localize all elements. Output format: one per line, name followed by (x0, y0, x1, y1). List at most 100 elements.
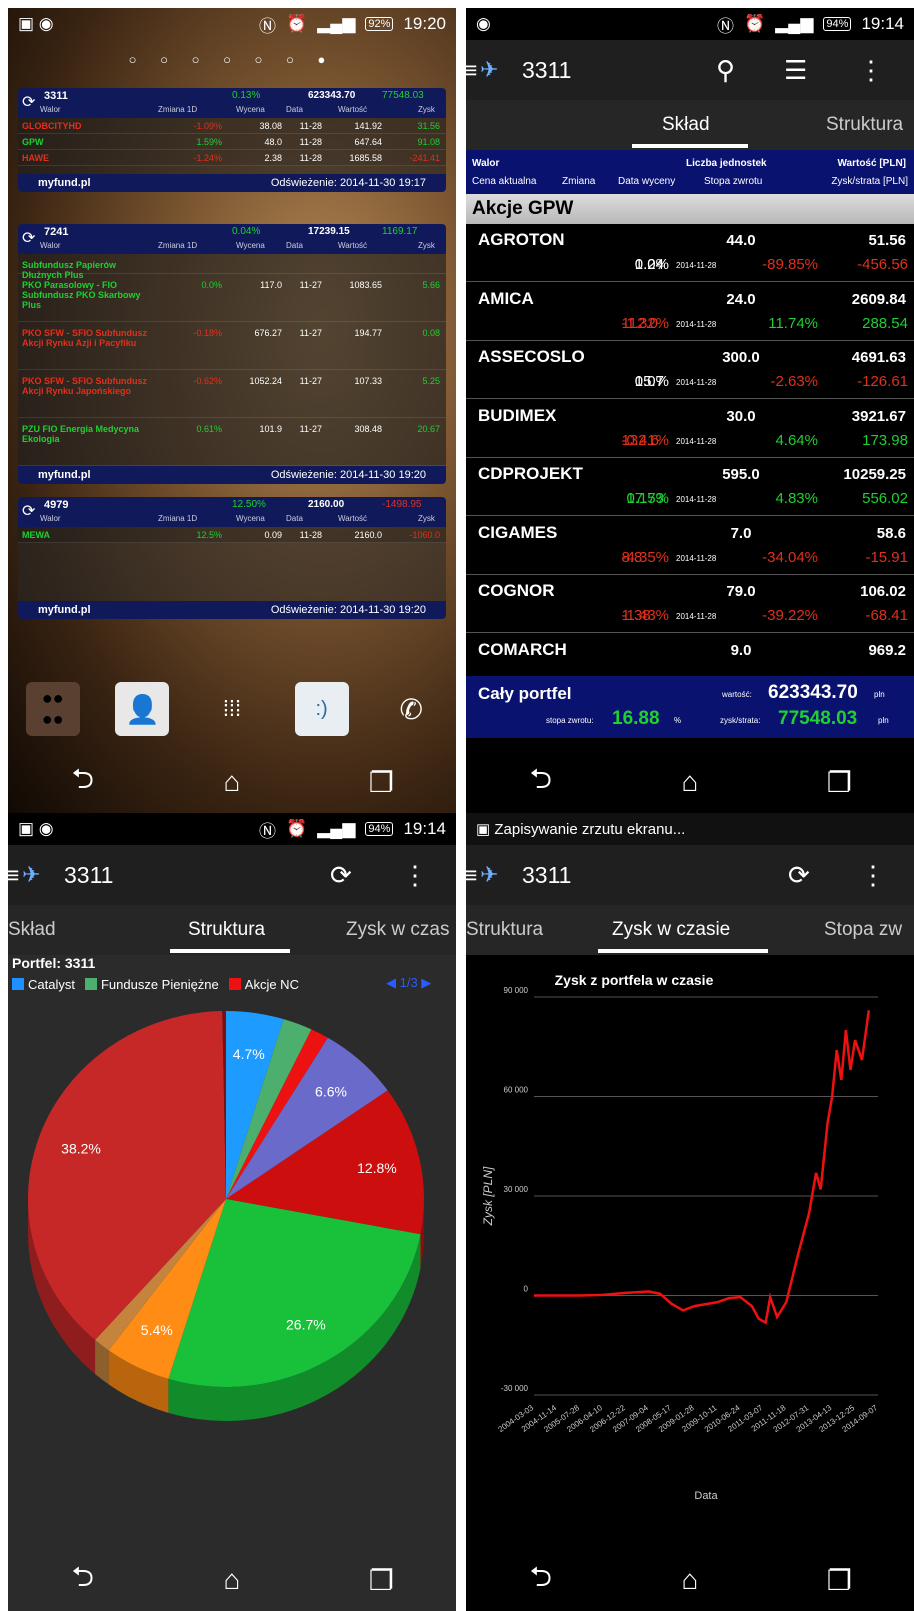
home-icon[interactable]: ⌂ (202, 766, 262, 798)
recents-icon[interactable]: ❐ (809, 766, 869, 799)
home-icon[interactable]: ⌂ (660, 766, 720, 798)
tab-struktura[interactable]: Struktura (466, 919, 543, 941)
stock-row[interactable]: ASSECOSLO 300.0 4691.63 15.7 0.0% 2014-11-28… (466, 341, 914, 399)
widget-col-header: Walor (40, 105, 61, 114)
row-worth: 141.92 (354, 120, 382, 131)
app-drawer-icon[interactable]: ⁞⁞⁞ (205, 682, 259, 736)
table-header: Walor Liczba jednostek Wartość [PLN] Cen… (466, 150, 914, 194)
back-icon[interactable]: ⮌ (511, 1556, 571, 1604)
nav-bar: ⮌ ⌂ ❐ (8, 1549, 456, 1611)
stock-worth: 10259.25 (843, 466, 906, 483)
widget-col-header: Zmiana 1D (158, 241, 198, 250)
widget-value: 2160.00 (308, 499, 345, 510)
dock: ●● ●● 👤 ⁞⁞⁞ :) ✆ (8, 674, 456, 744)
app-logo-icon: ✈ (480, 862, 499, 887)
overflow-menu-icon[interactable]: ⋮ (858, 55, 884, 86)
refresh-icon[interactable]: ⟳ (788, 860, 810, 891)
app-bar: ≡ ✈ 3311 ⚲ ☰ ⋮ (466, 40, 914, 100)
stock-price-value: 8.8 (621, 548, 643, 566)
menu-icon[interactable]: ≡ (466, 862, 480, 889)
stock-pl: 173.98 (862, 431, 908, 449)
row-worth: 1685.58 (349, 152, 382, 163)
pl-unit: pln (878, 716, 889, 725)
stock-row[interactable]: AGROTON 44.0 51.56 1.24 0.0% 2014-11-28 -89.8… (466, 224, 914, 282)
stock-row[interactable]: AMICA 24.0 2609.84 112.0 -1.32% 2014-11-28 11… (466, 283, 914, 341)
tab-sklad[interactable]: Skład (8, 919, 56, 941)
sort-icon[interactable]: ☰ (784, 55, 807, 86)
row-date: 11-28 (299, 120, 322, 131)
row-gain: -1060.0 (409, 529, 440, 540)
menu-icon[interactable]: ≡ (466, 57, 480, 84)
screenshot-icon: ◉ (476, 14, 491, 33)
row-gain: 31.56 (417, 120, 440, 131)
row-date: 11-27 (299, 280, 322, 290)
tab-struktura[interactable]: Struktura (188, 919, 265, 941)
back-icon[interactable]: ⮌ (53, 1556, 113, 1604)
alarm-icon: ⏰ (744, 14, 766, 33)
overflow-menu-icon[interactable]: ⋮ (402, 860, 428, 891)
tab-indicator (598, 949, 768, 953)
stock-date: 2014-11-28 (676, 261, 717, 270)
chart-area: Portfel: 3311 Catalyst Fundusze Pieniężne… (12, 955, 456, 1455)
stock-row[interactable]: COGNOR 79.0 106.02 1.38 -1.43% 2014-11-28 -39… (466, 575, 914, 633)
tab-indicator (632, 144, 748, 148)
search-icon[interactable]: ⚲ (716, 55, 735, 86)
contacts-icon[interactable]: 👤 (115, 682, 170, 736)
y-tick-label: 90 000 (504, 986, 529, 995)
status-bar: ◉ Ⓝ ⏰ ▂▄▆ 94% 19:14 (466, 8, 914, 40)
row-name: PKO SFW - SFIO Subfundusz Akcji Rynku Ja… (22, 376, 147, 396)
back-icon[interactable]: ⮌ (511, 758, 571, 806)
stock-worth: 2609.84 (851, 290, 906, 308)
stock-rate: -2.63% (770, 373, 818, 390)
portfolio-title: 3311 (64, 861, 114, 888)
tab-sklad[interactable]: Skład (662, 114, 710, 136)
phone-icon[interactable]: ✆ (384, 682, 438, 736)
stock-row[interactable]: CIGAMES 7.0 58.6 8.8 -4.35% 2014-11-28 -34.04… (466, 517, 914, 575)
row-change: -0.18% (193, 328, 222, 338)
tab-strip: Struktura Zysk w czasie Stopa zw (466, 905, 914, 955)
signal-icon: ▂▄▆ (317, 14, 356, 33)
stock-units: 79.0 (726, 583, 756, 600)
recents-icon[interactable]: ❐ (351, 766, 411, 799)
tab-zysk[interactable]: Zysk w czas (346, 919, 449, 941)
tab-stopa[interactable]: Stopa zw (824, 919, 902, 941)
home-icon[interactable]: ⌂ (202, 1564, 262, 1596)
total-rate: 16.88 (612, 708, 660, 729)
widget[interactable]: ⟳ 4979 12.50% 2160.00 -1498.95 Walor Zmiana 1D… (18, 497, 446, 619)
col-rate: Stopa zwrotu (704, 176, 763, 187)
tab-zysk[interactable]: Zysk w czasie (612, 919, 730, 941)
stock-price: 1.38 -1.43% (621, 607, 669, 624)
recents-icon[interactable]: ❐ (809, 1564, 869, 1597)
row-name: GPW (22, 136, 44, 147)
refresh-icon[interactable]: ⟳ (330, 860, 352, 891)
portfolio-total[interactable]: Cały portfel wartość: 623343.70 pln stop… (466, 676, 914, 738)
widget-row: PKO SFW - SFIO Subfundusz Akcji Rynku Az… (18, 322, 446, 370)
widget-header: ⟳ 7241 0.04% 17239.15 1169.17 Walor Zmiana 1D W… (18, 224, 446, 254)
messaging-icon[interactable]: :) (294, 682, 349, 736)
widget-footer: myfund.pl Odświeżenie: 2014-11-30 19:20 (18, 466, 446, 484)
app-folder-icon[interactable]: ●● ●● (25, 682, 80, 736)
widget-spacer (18, 166, 446, 174)
stock-row[interactable]: BUDIMEX 30.0 3921.67 132.6 -0.41% 2014-11-28… (466, 400, 914, 458)
zysk-screen: ▣ Zapisywanie zrzutu ekranu... ≡ ✈ 3311 … (466, 813, 914, 1611)
stock-pl: -68.41 (865, 607, 908, 624)
stock-row[interactable]: CDPROJEKT 595.0 10259.25 17.53 0.17% 2014-11… (466, 458, 914, 516)
home-icon[interactable]: ⌂ (660, 1564, 720, 1596)
stock-units: 300.0 (722, 349, 760, 366)
widget-profit: 77548.03 (382, 90, 424, 101)
stock-rate: 4.83% (775, 490, 818, 507)
widget[interactable]: ⟳ 7241 0.04% 17239.15 1169.17 Walor Zmiana 1D W… (18, 224, 446, 484)
stock-worth: 58.6 (876, 524, 906, 542)
stock-pl: 288.54 (862, 314, 908, 332)
pie-slice-label: 12.8% (357, 1160, 397, 1176)
back-icon[interactable]: ⮌ (53, 758, 113, 806)
overflow-menu-icon[interactable]: ⋮ (860, 860, 886, 891)
widget[interactable]: ⟳ 3311 0.13% 623343.70 77548.03 Walor Zmiana 1… (18, 88, 446, 192)
screenshot-icon: ▣ ◉ (18, 14, 54, 33)
tab-struktura[interactable]: Struktura (826, 114, 903, 136)
widget-refresh-time: Odświeżenie: 2014-11-30 19:20 (270, 469, 426, 481)
y-axis-label: Zysk [PLN] (481, 1166, 495, 1226)
menu-icon[interactable]: ≡ (8, 862, 22, 889)
recents-icon[interactable]: ❐ (351, 1564, 411, 1597)
widget-change: 0.04% (232, 226, 261, 237)
